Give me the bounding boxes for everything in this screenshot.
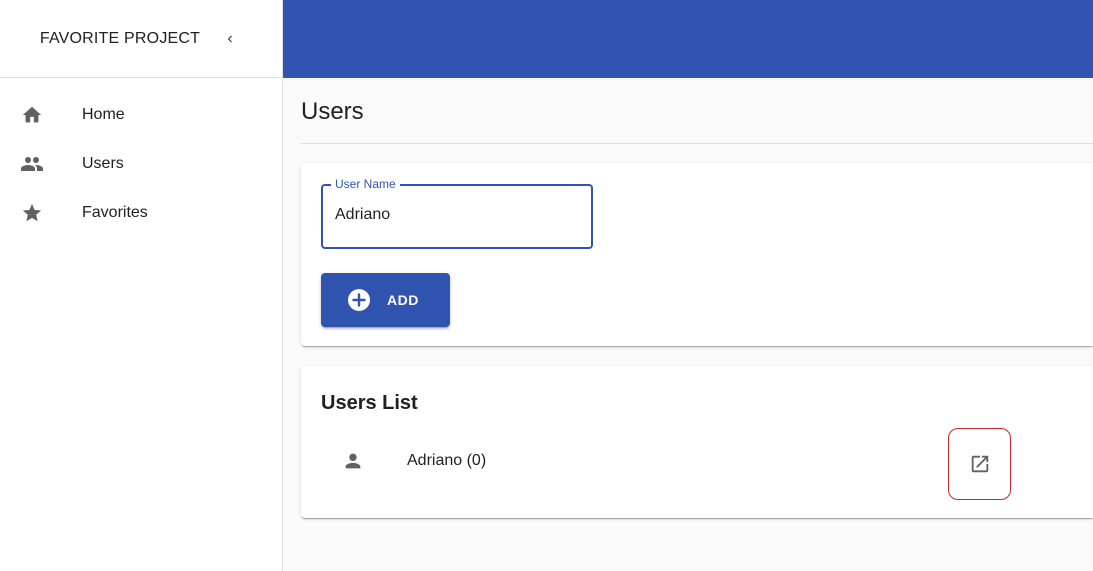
collapse-sidebar-button[interactable] [218,27,242,51]
sidebar: FAVORITE PROJECT Home Users Favorites [0,0,283,571]
user-item-label: Adriano (0) [407,452,487,469]
chevron-left-icon [227,35,233,42]
sidebar-header: FAVORITE PROJECT [0,0,282,78]
people-icon [20,152,44,176]
sidebar-nav: Home Users Favorites [0,78,282,241]
sidebar-item-label: Favorites [82,203,148,221]
home-icon [20,103,44,127]
app-title: FAVORITE PROJECT [39,29,201,47]
main-content: Users User Name ADD Users List Adriano (… [301,78,1093,518]
user-name-input[interactable] [335,206,575,224]
user-name-label: User Name [331,177,400,191]
list-item: Adriano (0) [321,428,1011,500]
add-circle-icon [347,288,371,312]
sidebar-item-favorites[interactable]: Favorites [0,184,282,241]
add-user-card: User Name ADD [301,163,1093,346]
star-icon [20,201,44,225]
sidebar-item-label: Home [82,105,125,123]
add-user-button[interactable]: ADD [321,273,450,327]
add-button-label: ADD [387,292,419,308]
open-user-button[interactable] [948,428,1011,500]
user-name-field[interactable]: User Name [321,177,593,249]
users-list-card: Users List Adriano (0) [301,366,1093,518]
open-in-new-icon [971,455,988,473]
top-app-bar [283,0,1093,78]
sidebar-item-label: Users [82,154,124,172]
page-title: Users [301,78,1093,144]
users-list-title: Users List [321,392,418,414]
person-icon [341,449,365,473]
